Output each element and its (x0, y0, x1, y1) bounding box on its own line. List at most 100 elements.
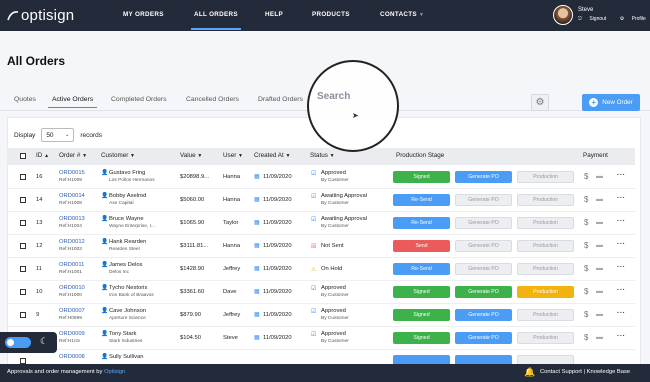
dollar-icon[interactable]: $ (584, 172, 588, 181)
order-number-link[interactable]: ORD0014 (59, 193, 85, 199)
order-number-link[interactable]: ORD0015 (59, 170, 85, 176)
row-checkbox[interactable] (20, 243, 26, 249)
dollar-icon[interactable]: $ (584, 241, 588, 250)
bell-icon[interactable]: 🔔 (524, 367, 535, 378)
stage-action-button[interactable]: Signed (393, 171, 450, 183)
customer-name[interactable]: Gustavo Fring (109, 170, 145, 176)
truck-icon[interactable]: ▬ (596, 265, 603, 272)
truck-icon[interactable]: ▬ (596, 219, 603, 226)
production-button[interactable]: Production (517, 332, 574, 344)
more-actions-icon[interactable]: ··· (617, 264, 626, 271)
signout-link[interactable]: ⎋ Signout (578, 16, 612, 22)
dollar-icon[interactable]: $ (584, 333, 588, 342)
generate-po-button[interactable]: Generate PO (455, 217, 512, 229)
production-button[interactable]: Production (517, 217, 574, 229)
header-id[interactable]: ID ▲ (36, 152, 49, 159)
footer-support-links[interactable]: Contact Support | Knowledge Base (540, 369, 630, 375)
header-created-at[interactable]: Created At ▼ (254, 152, 290, 159)
search-magnifier[interactable] (307, 60, 399, 152)
production-button[interactable]: Production (517, 286, 574, 298)
production-button[interactable]: Production (517, 171, 574, 183)
order-number-link[interactable]: ORD0012 (59, 239, 85, 245)
header-user[interactable]: User ▼ (223, 152, 243, 159)
row-checkbox[interactable] (20, 312, 26, 318)
more-actions-icon[interactable]: ··· (617, 172, 626, 179)
customer-name[interactable]: Bobby Axelrod (109, 193, 146, 199)
customer-name[interactable]: Hank Rearden (109, 239, 146, 245)
stage-action-button[interactable]: Signed (393, 286, 450, 298)
generate-po-button[interactable]: Generate PO (455, 171, 512, 183)
truck-icon[interactable]: ▬ (596, 288, 603, 295)
new-order-button[interactable]: + New Order (582, 94, 640, 111)
row-checkbox[interactable] (20, 266, 26, 272)
theme-toggle[interactable] (5, 337, 31, 348)
profile-link[interactable]: ⚙ Profile (620, 16, 650, 22)
stage-action-button[interactable]: Re-Send (393, 217, 450, 229)
more-actions-icon[interactable]: ··· (617, 310, 626, 317)
app-logo[interactable]: optisign (6, 7, 74, 24)
generate-po-button[interactable]: Generate PO (455, 240, 512, 252)
more-actions-icon[interactable]: ··· (617, 218, 626, 225)
nav-contacts[interactable]: CONTACTS ▼ (380, 11, 424, 18)
footer-brand-link[interactable]: Optisign (104, 369, 125, 375)
header-value[interactable]: Value ▼ (180, 152, 202, 159)
nav-my-orders[interactable]: MY ORDERS (123, 11, 164, 18)
generate-po-button[interactable]: Generate PO (455, 332, 512, 344)
tab-drafted-orders[interactable]: Drafted Orders (258, 96, 303, 103)
customer-name[interactable]: Bruce Wayne (109, 216, 144, 222)
dollar-icon[interactable]: $ (584, 195, 588, 204)
records-per-page-select[interactable]: 50 ⌄ (41, 128, 75, 142)
tab-cancelled-orders[interactable]: Cancelled Orders (186, 96, 239, 103)
dollar-icon[interactable]: $ (584, 310, 588, 319)
tab-quotes[interactable]: Quotes (14, 96, 36, 103)
nav-all-orders[interactable]: ALL ORDERS (191, 11, 241, 30)
customer-name[interactable]: Tony Stark (109, 331, 136, 337)
more-actions-icon[interactable]: ··· (617, 333, 626, 340)
truck-icon[interactable]: ▬ (596, 311, 603, 318)
production-button[interactable]: Production (517, 194, 574, 206)
dollar-icon[interactable]: $ (584, 264, 588, 273)
nav-help[interactable]: HELP (265, 11, 283, 18)
production-button[interactable]: Production (517, 240, 574, 252)
generate-po-button[interactable]: Generate PO (455, 309, 512, 321)
order-number-link[interactable]: ORD0008 (59, 354, 85, 360)
more-actions-icon[interactable]: ··· (617, 195, 626, 202)
row-checkbox[interactable] (20, 197, 26, 203)
tab-completed-orders[interactable]: Completed Orders (111, 96, 167, 103)
production-button[interactable]: Production (517, 309, 574, 321)
stage-action-button[interactable]: Re-Send (393, 263, 450, 275)
dollar-icon[interactable]: $ (584, 287, 588, 296)
customer-name[interactable]: Cave Johnson (109, 308, 146, 314)
truck-icon[interactable]: ▬ (596, 242, 603, 249)
generate-po-button[interactable]: Generate PO (455, 286, 512, 298)
customer-name[interactable]: Sully Sullivan (109, 354, 143, 360)
customer-name[interactable]: Tycho Nestoris (109, 285, 147, 291)
header-order[interactable]: Order # ▼ (59, 152, 87, 159)
production-button[interactable]: Production (517, 263, 574, 275)
row-checkbox[interactable] (20, 289, 26, 295)
order-number-link[interactable]: ORD0009 (59, 331, 85, 337)
row-checkbox[interactable] (20, 174, 26, 180)
stage-action-button[interactable]: Send (393, 240, 450, 252)
settings-button[interactable]: ⚙ (531, 94, 549, 111)
stage-action-button[interactable]: Re-Send (393, 194, 450, 206)
customer-name[interactable]: James Delos (109, 262, 143, 268)
order-number-link[interactable]: ORD0010 (59, 285, 85, 291)
header-customer[interactable]: Customer ▼ (101, 152, 135, 159)
more-actions-icon[interactable]: ··· (617, 287, 626, 294)
stage-action-button[interactable]: Signed (393, 332, 450, 344)
avatar[interactable] (553, 5, 573, 25)
more-actions-icon[interactable]: ··· (617, 241, 626, 248)
truck-icon[interactable]: ▬ (596, 173, 603, 180)
header-status[interactable]: Status ▼ (310, 152, 335, 159)
dollar-icon[interactable]: $ (584, 218, 588, 227)
order-number-link[interactable]: ORD0013 (59, 216, 85, 222)
generate-po-button[interactable]: Generate PO (455, 194, 512, 206)
tab-active-orders[interactable]: Active Orders (47, 96, 98, 108)
truck-icon[interactable]: ▬ (596, 196, 603, 203)
row-checkbox[interactable] (20, 220, 26, 226)
generate-po-button[interactable]: Generate PO (455, 263, 512, 275)
truck-icon[interactable]: ▬ (596, 334, 603, 341)
search-input[interactable]: Search (317, 91, 350, 102)
nav-products[interactable]: PRODUCTS (312, 11, 350, 18)
